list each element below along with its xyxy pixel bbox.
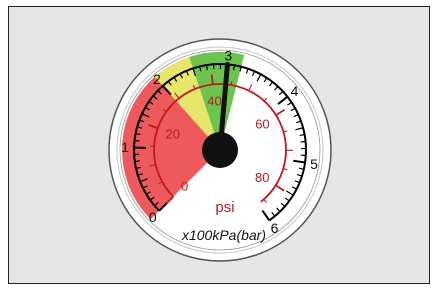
outer-label-3: 3 [224, 47, 232, 63]
outer-tick [233, 65, 236, 71]
outer-label-4: 4 [291, 83, 299, 99]
outer-tick [134, 160, 140, 163]
outer-label-1: 1 [121, 139, 129, 155]
inner-label-40: 40 [207, 93, 221, 108]
pressure-gauge: 0 1 2 3 4 5 6 0 20 40 60 80 psi x100kPa(… [108, 38, 332, 262]
outer-label-5: 5 [310, 156, 318, 172]
psi-unit-label: psi [215, 199, 234, 216]
needle-hub [202, 132, 238, 168]
outer-label-2: 2 [153, 71, 161, 87]
inner-label-20: 20 [166, 126, 180, 141]
inner-tick [230, 80, 233, 86]
inner-label-80: 80 [255, 170, 269, 185]
inner-label-60: 60 [255, 117, 269, 132]
outer-label-0: 0 [149, 209, 157, 225]
bar-unit-label: x100kPa(bar) [181, 227, 266, 243]
inner-label-0: 0 [181, 178, 188, 193]
outer-tick [205, 64, 208, 71]
inner-tick [210, 74, 214, 85]
outer-label-6: 6 [271, 220, 279, 236]
outer-tick [134, 139, 140, 142]
